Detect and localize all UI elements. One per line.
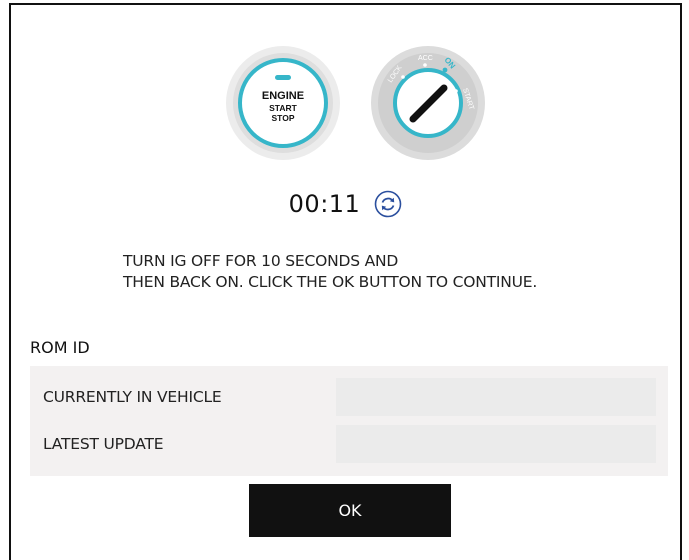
rom-row-current: CURRENTLY IN VEHICLE bbox=[30, 378, 668, 418]
refresh-icon[interactable] bbox=[374, 190, 402, 218]
start-label: START bbox=[269, 103, 298, 113]
instruction-line-2: THEN BACK ON. CLICK THE OK BUTTON TO CON… bbox=[123, 273, 538, 291]
instructions-text: TURN IG OFF FOR 10 SECONDS AND THEN BACK… bbox=[123, 251, 643, 293]
ignition-switch-icon: LOCK ACC ON START bbox=[371, 46, 485, 160]
rom-row-latest: LATEST UPDATE bbox=[30, 425, 668, 465]
rom-label-current: CURRENTLY IN VEHICLE bbox=[43, 388, 222, 406]
ok-button[interactable]: OK bbox=[249, 484, 451, 537]
rom-value-latest bbox=[336, 425, 656, 463]
dialog-frame: ENGINE START STOP LOCK ACC ON START 00:1… bbox=[9, 3, 682, 560]
rom-value-current bbox=[336, 378, 656, 416]
engine-start-stop-icon: ENGINE START STOP bbox=[226, 46, 340, 160]
acc-position-label: ACC bbox=[418, 55, 433, 62]
rom-label-latest: LATEST UPDATE bbox=[43, 435, 164, 453]
rom-id-table: CURRENTLY IN VEHICLE LATEST UPDATE bbox=[30, 366, 668, 476]
instruction-line-1: TURN IG OFF FOR 10 SECONDS AND bbox=[123, 252, 399, 270]
timer-row: 00:11 bbox=[11, 190, 680, 218]
engine-label: ENGINE bbox=[262, 90, 304, 102]
countdown-timer: 00:11 bbox=[288, 190, 361, 218]
ignition-illustration: ENGINE START STOP LOCK ACC ON START bbox=[11, 5, 680, 175]
stop-label: STOP bbox=[272, 113, 295, 123]
rom-id-title: ROM ID bbox=[30, 338, 90, 357]
